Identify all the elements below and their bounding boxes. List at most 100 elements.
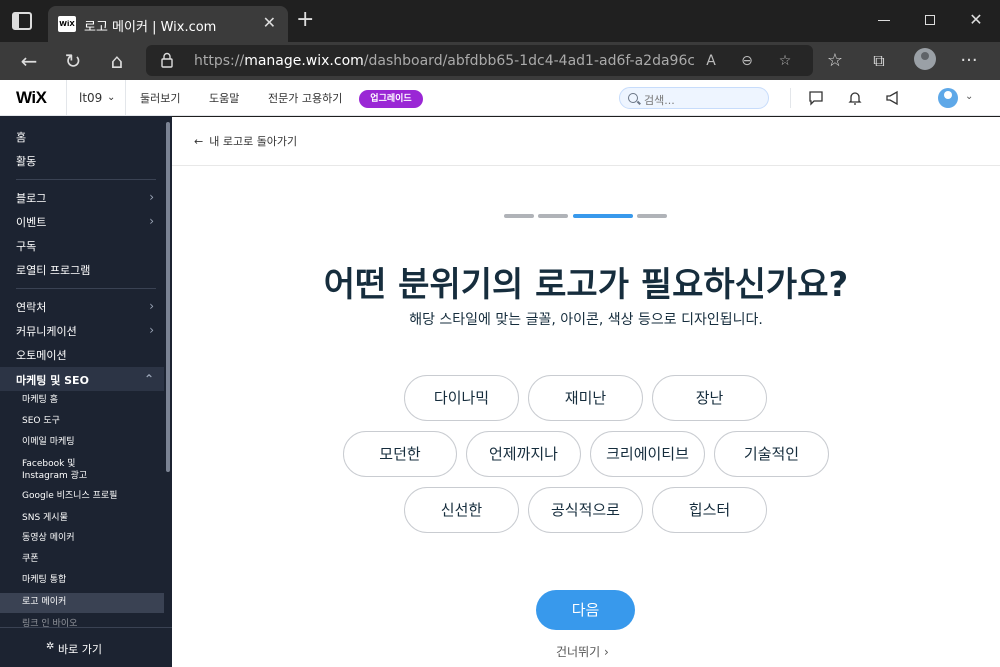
- sidebar-item-label: 커뮤니케이션: [16, 325, 77, 338]
- progress-step-4: [637, 214, 667, 218]
- browser-tab[interactable]: WiX 로고 메이커 | Wix.com ✕: [48, 6, 288, 42]
- sparkle-icon: ✲: [46, 641, 55, 652]
- style-chip-hipster[interactable]: 힙스터: [652, 487, 767, 533]
- minimize-icon[interactable]: [874, 10, 894, 30]
- sidebar-item-blog[interactable]: 블로그 ›: [0, 190, 164, 206]
- sidebar-sub-facebook-ads[interactable]: Facebook 및 Instagram 광고: [0, 458, 164, 482]
- read-aloud-icon[interactable]: A: [700, 50, 722, 72]
- sidebar-divider: [16, 179, 156, 180]
- back-label: 내 로고로 돌아가기: [209, 135, 298, 148]
- main-content: ← 내 로고로 돌아가기 어떤 분위기의 로고가 필요하신가요? 해당 스타일에 …: [172, 117, 1000, 667]
- nav-hire-expert[interactable]: 전문가 고용하기: [268, 90, 342, 106]
- header-divider: [172, 165, 1000, 166]
- sidebar-item-automations[interactable]: 오토메이션: [0, 347, 164, 363]
- collections-icon[interactable]: ⧉: [866, 48, 892, 74]
- top-bar-divider: [790, 88, 791, 108]
- url-field[interactable]: https://manage.wix.com/dashboard/abfdbb6…: [146, 45, 813, 76]
- url-path: /dashboard/abfdbb65-1dc4-4ad1-ad6f-a2da9…: [363, 53, 694, 69]
- back-icon[interactable]: ←: [16, 48, 42, 74]
- sidebar-sub-marketing-integrations[interactable]: 마케팅 통합: [0, 574, 164, 586]
- upgrade-button[interactable]: 업그레이드: [359, 90, 423, 108]
- sidebar-sub-marketing-home[interactable]: 마케팅 홈: [0, 394, 164, 406]
- favorites-icon[interactable]: ☆: [822, 48, 848, 74]
- sidebar-item-label: 이벤트: [16, 216, 47, 229]
- chevron-up-icon: ⌃: [143, 372, 154, 386]
- nav-explore[interactable]: 둘러보기: [140, 90, 180, 106]
- style-chip-fresh[interactable]: 신선한: [404, 487, 519, 533]
- chevron-right-icon: ›: [149, 299, 154, 313]
- wix-favicon-icon: WiX: [58, 16, 76, 32]
- lock-icon[interactable]: [160, 52, 174, 68]
- sidebar-sub-label-line2: Instagram 광고: [22, 471, 88, 481]
- tab-actions-icon[interactable]: [12, 12, 32, 30]
- bell-icon[interactable]: [847, 90, 863, 106]
- style-chip-dynamic[interactable]: 다이나믹: [404, 375, 519, 421]
- sidebar-sub-seo-tools[interactable]: SEO 도구: [0, 415, 164, 427]
- address-bar: ← ↻ ⌂ https://manage.wix.com/dashboard/a…: [0, 42, 1000, 80]
- style-chip-creative[interactable]: 크리에이티브: [590, 431, 705, 477]
- url-text: https://manage.wix.com/dashboard/abfdbb6…: [194, 53, 694, 69]
- sidebar-sub-label-line1: Facebook 및: [22, 459, 76, 469]
- style-chip-modern[interactable]: 모던한: [343, 431, 457, 477]
- back-to-logos-link[interactable]: ← 내 로고로 돌아가기: [194, 133, 297, 149]
- browser-tab-bar: WiX 로고 메이커 | Wix.com ✕ + ✕: [0, 0, 1000, 42]
- progress-step-2: [538, 214, 568, 218]
- style-chip-timeless[interactable]: 언제까지나: [466, 431, 581, 477]
- new-tab-icon[interactable]: +: [296, 9, 314, 31]
- chevron-down-icon: ⌄: [107, 92, 116, 103]
- more-menu-icon[interactable]: ···: [956, 48, 982, 74]
- sidebar-item-communications[interactable]: 커뮤니케이션 ›: [0, 323, 164, 339]
- search-placeholder: 검색...: [644, 94, 675, 107]
- wix-logo[interactable]: WiX: [16, 88, 47, 108]
- megaphone-icon[interactable]: [885, 90, 901, 106]
- sidebar-sub-sns-posts[interactable]: SNS 게시물: [0, 512, 164, 524]
- sidebar: 홈 활동 블로그 › 이벤트 › 구독 로열티 프로그램 연락처 › 커뮤니케이션 › …: [0, 116, 172, 667]
- sidebar-item-label: 블로그: [16, 192, 47, 205]
- sidebar-sub-coupons[interactable]: 쿠폰: [0, 553, 164, 565]
- skip-link[interactable]: 건너뛰기 ›: [556, 643, 609, 660]
- sidebar-item-marketing-seo[interactable]: 마케팅 및 SEO ⌃: [0, 372, 164, 388]
- window-close-icon[interactable]: ✕: [966, 10, 986, 30]
- sidebar-item-label: 홈: [16, 131, 27, 144]
- user-avatar[interactable]: [938, 88, 958, 108]
- sidebar-item-label: 오토메이션: [16, 349, 67, 362]
- chevron-down-icon[interactable]: ⌄: [965, 91, 973, 102]
- sidebar-item-home[interactable]: 홈: [0, 129, 164, 145]
- chat-icon[interactable]: [808, 90, 824, 106]
- sidebar-sub-video-maker[interactable]: 동영상 메이커: [0, 532, 164, 544]
- site-name: lt09: [79, 91, 103, 105]
- quick-access-label: 바로 가기: [58, 643, 102, 656]
- sidebar-item-subscriptions[interactable]: 구독: [0, 238, 164, 254]
- add-favorite-icon[interactable]: ☆: [774, 50, 796, 72]
- sidebar-item-events[interactable]: 이벤트 ›: [0, 214, 164, 230]
- sidebar-item-label: 마케팅 및 SEO: [16, 374, 89, 387]
- sidebar-sub-logo-maker[interactable]: 로고 메이커: [0, 596, 164, 608]
- home-icon[interactable]: ⌂: [104, 48, 130, 74]
- refresh-icon[interactable]: ↻: [60, 48, 86, 74]
- nav-help[interactable]: 도움말: [209, 90, 239, 106]
- style-chip-playful[interactable]: 장난: [652, 375, 767, 421]
- maximize-icon[interactable]: [920, 10, 940, 30]
- page-title: 어떤 분위기의 로고가 필요하신가요?: [323, 265, 849, 305]
- sidebar-item-label: 구독: [16, 240, 37, 253]
- sidebar-scrollbar[interactable]: [166, 122, 170, 472]
- sidebar-sub-google-business[interactable]: Google 비즈니스 프로필: [0, 490, 164, 502]
- progress-step-3: [573, 214, 633, 218]
- sidebar-item-loyalty[interactable]: 로열티 프로그램: [0, 262, 164, 278]
- site-selector[interactable]: lt09 ⌄: [66, 80, 126, 116]
- next-button[interactable]: 다음: [536, 590, 635, 630]
- search-input[interactable]: 검색...: [619, 87, 769, 109]
- browser-profile-icon[interactable]: [914, 48, 936, 70]
- zoom-icon[interactable]: ⊖: [736, 50, 758, 72]
- sidebar-item-label: 활동: [16, 155, 37, 168]
- style-chip-formal[interactable]: 공식적으로: [528, 487, 643, 533]
- url-prefix: https://: [194, 53, 245, 69]
- sidebar-item-contacts[interactable]: 연락처 ›: [0, 299, 164, 315]
- chevron-right-icon: ›: [149, 190, 154, 204]
- sidebar-sub-email-marketing[interactable]: 이메일 마케팅: [0, 436, 164, 448]
- style-chip-fun[interactable]: 재미난: [528, 375, 643, 421]
- style-chip-technical[interactable]: 기술적인: [714, 431, 829, 477]
- tab-close-icon[interactable]: ✕: [263, 13, 276, 32]
- sidebar-footer[interactable]: ✲ 바로 가기: [0, 627, 172, 667]
- sidebar-item-activity[interactable]: 활동: [0, 153, 164, 169]
